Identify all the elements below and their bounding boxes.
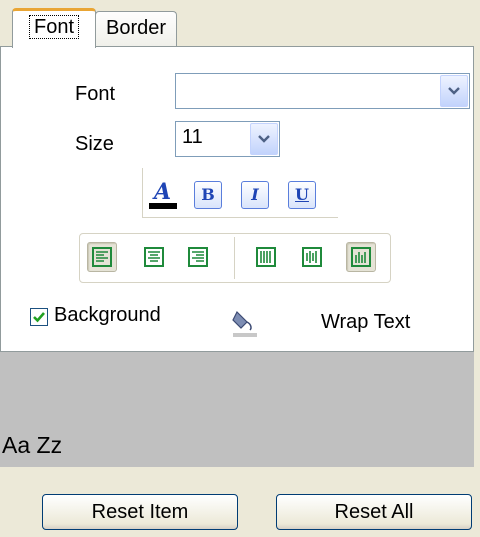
svg-text:A: A — [152, 179, 171, 205]
tab-font-label: Font — [28, 15, 80, 39]
valign-top-icon — [256, 247, 276, 267]
fill-color-button[interactable] — [227, 304, 261, 340]
align-center-button[interactable] — [139, 242, 169, 272]
alignment-group — [79, 233, 391, 283]
paint-bucket-icon — [232, 310, 257, 337]
bold-icon: B — [201, 185, 215, 204]
tab-strip: Font Border — [0, 0, 480, 48]
background-label[interactable]: Background — [54, 304, 161, 327]
align-left-icon — [92, 247, 112, 267]
preview-area: Aa Zz — [0, 352, 474, 467]
alignment-divider — [234, 237, 235, 279]
size-select[interactable]: 11 — [175, 121, 280, 157]
font-panel: Font Size 11 A B I U Background Wrap Tex… — [0, 46, 474, 352]
align-left-button[interactable] — [87, 242, 117, 272]
tab-font[interactable]: Font — [12, 8, 96, 48]
valign-bottom-icon — [351, 247, 371, 267]
italic-button[interactable]: I — [241, 181, 269, 209]
valign-middle-button[interactable] — [297, 242, 327, 272]
underline-button[interactable]: U — [288, 181, 316, 209]
font-select[interactable] — [175, 73, 470, 109]
underline-icon: U — [295, 185, 309, 204]
reset-item-button[interactable]: Reset Item — [42, 494, 238, 530]
tab-border-label: Border — [105, 17, 167, 39]
reset-all-button[interactable]: Reset All — [276, 494, 472, 530]
chevron-down-icon[interactable] — [440, 75, 468, 107]
preview-sample-text: Aa Zz — [2, 432, 63, 458]
background-checkbox[interactable] — [30, 308, 48, 326]
size-label: Size — [75, 133, 114, 155]
valign-middle-icon — [302, 247, 322, 267]
valign-top-button[interactable] — [251, 242, 281, 272]
wrap-text-label[interactable]: Wrap Text — [321, 311, 410, 334]
align-right-icon — [188, 247, 208, 267]
align-right-button[interactable] — [183, 242, 213, 272]
bold-button[interactable]: B — [194, 181, 222, 209]
font-color-button[interactable]: A — [146, 177, 180, 213]
valign-bottom-button[interactable] — [346, 242, 376, 272]
chevron-down-icon[interactable] — [250, 123, 278, 155]
font-color-icon: A — [149, 179, 177, 209]
italic-icon: I — [251, 185, 259, 204]
checkmark-icon — [33, 312, 45, 323]
tab-border[interactable]: Border — [95, 11, 177, 46]
size-select-value: 11 — [182, 126, 203, 148]
align-center-icon — [144, 247, 164, 267]
font-label: Font — [75, 83, 116, 105]
